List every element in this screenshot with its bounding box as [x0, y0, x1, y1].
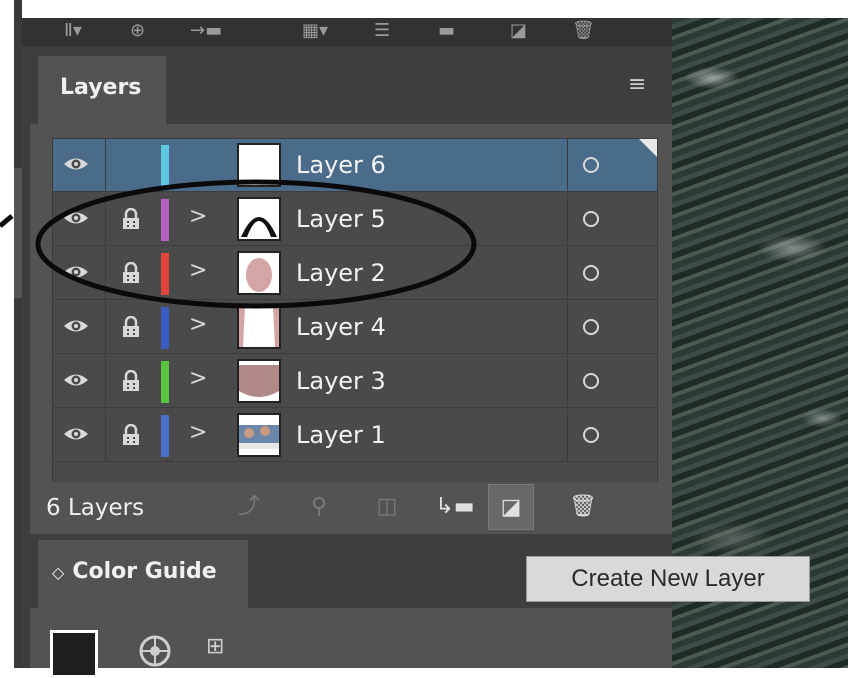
layer-color-bar — [161, 361, 169, 403]
arrow-tool-icon[interactable]: →▬ — [190, 20, 222, 42]
layer-color-bar — [161, 307, 169, 349]
collapse-toggle-icon[interactable]: ◇ — [52, 563, 64, 582]
base-color-swatch[interactable] — [50, 630, 98, 678]
column-divider — [567, 355, 568, 407]
column-divider — [567, 409, 568, 461]
expand-chevron-icon[interactable]: > — [189, 203, 207, 231]
layer-row[interactable]: > Layer 4 — [53, 301, 657, 354]
tab-color-guide[interactable]: ◇ Color Guide — [38, 540, 248, 608]
visibility-eye-icon[interactable] — [63, 261, 89, 283]
column-divider — [567, 139, 568, 191]
tooltip: Create New Layer — [526, 556, 810, 602]
target-circle-icon[interactable] — [583, 427, 599, 443]
expand-chevron-icon[interactable]: > — [189, 311, 207, 339]
expand-chevron-icon[interactable]: > — [189, 419, 207, 447]
grid-tool-icon[interactable]: ▦▾ — [302, 20, 328, 42]
layer-name[interactable]: Layer 6 — [296, 149, 386, 181]
layer-color-bar — [161, 415, 169, 457]
target-circle-icon[interactable] — [583, 373, 599, 389]
layer-thumbnail — [237, 143, 281, 187]
color-guide-label: Color Guide — [72, 559, 217, 584]
column-divider — [567, 301, 568, 353]
lock-icon[interactable] — [121, 369, 141, 392]
visibility-eye-icon[interactable] — [63, 207, 89, 229]
left-panel-edge — [14, 0, 22, 668]
left-panel-edge-highlight — [14, 168, 22, 298]
locate-object-icon[interactable]: ⚲ — [296, 484, 342, 530]
layer-row[interactable]: Layer 6 — [53, 139, 657, 192]
new-layer-button[interactable]: ◪ — [488, 484, 534, 530]
layer-thumbnail — [237, 251, 281, 295]
target-circle-icon[interactable] — [583, 319, 599, 335]
swatch-group-icon[interactable]: ⊞ — [206, 634, 224, 659]
trash-tool-icon[interactable]: 🗑 — [572, 20, 595, 42]
layer-thumbnail — [237, 197, 281, 241]
column-divider — [105, 301, 106, 353]
layer-name[interactable]: Layer 5 — [296, 203, 386, 235]
visibility-eye-icon[interactable] — [63, 153, 89, 175]
expand-chevron-icon[interactable]: > — [189, 257, 207, 285]
lock-toggle-empty[interactable] — [121, 154, 141, 176]
clipping-mask-icon[interactable]: ◫ — [364, 484, 410, 530]
visibility-eye-icon[interactable] — [63, 423, 89, 445]
target-circle-icon[interactable] — [583, 265, 599, 281]
zoom-tool-icon[interactable]: ⊕ — [130, 20, 145, 42]
layers-footer: 6 Layers ⤴ ⚲ ◫ ↳▬ ◪ 🗑 — [30, 482, 672, 534]
layer-color-bar — [161, 253, 169, 295]
page-tool-icon[interactable]: ◪ — [510, 20, 527, 42]
list-tool-icon[interactable]: ☰ — [374, 20, 390, 42]
sublayer-icon[interactable]: ↳▬ — [432, 484, 478, 530]
layer-name[interactable]: Layer 3 — [296, 365, 386, 397]
hamburger-menu-icon[interactable]: ≡ — [628, 72, 646, 97]
layer-thumbnail — [237, 413, 281, 457]
column-divider — [105, 247, 106, 299]
lock-icon[interactable] — [121, 315, 141, 338]
type-tool-icon[interactable]: Ⅱ▾ — [64, 20, 82, 42]
layer-list: Layer 6 > Layer 5 > Layer 2 > Layer 4 > Layer 3 >… — [52, 138, 658, 484]
column-divider — [567, 247, 568, 299]
layer-color-bar — [161, 145, 169, 187]
layer-row[interactable]: > Layer 2 — [53, 247, 657, 300]
lock-icon[interactable] — [121, 207, 141, 230]
export-icon[interactable]: ⤴ — [226, 484, 272, 530]
visibility-eye-icon[interactable] — [63, 369, 89, 391]
tab-layers[interactable]: Layers — [38, 56, 166, 124]
visibility-eye-icon[interactable] — [63, 315, 89, 337]
color-guide-body: ⊞ — [30, 608, 672, 678]
target-circle-icon[interactable] — [583, 157, 599, 173]
rectangle-tool-icon[interactable]: ▬ — [438, 20, 455, 42]
layer-color-bar — [161, 199, 169, 241]
column-divider — [105, 193, 106, 245]
layer-thumbnail — [237, 359, 281, 403]
column-divider — [567, 193, 568, 245]
expand-chevron-icon[interactable]: > — [189, 365, 207, 393]
top-toolbar: Ⅱ▾ ⊕ →▬ ▦▾ ☰ ▬ ◪ 🗑 — [22, 18, 672, 46]
selection-corner-indicator — [639, 139, 657, 157]
column-divider — [105, 355, 106, 407]
lock-icon[interactable] — [121, 423, 141, 446]
color-wheel-icon[interactable] — [138, 634, 172, 668]
layer-name[interactable]: Layer 4 — [296, 311, 386, 343]
layer-row[interactable]: > Layer 1 — [53, 409, 657, 462]
lock-icon[interactable] — [121, 261, 141, 284]
column-divider — [105, 139, 106, 191]
layer-row[interactable]: > Layer 3 — [53, 355, 657, 408]
panel-tab-bar: Layers ≡ — [30, 46, 672, 124]
layer-name[interactable]: Layer 1 — [296, 419, 386, 451]
panel-separator — [22, 46, 30, 668]
delete-layer-icon[interactable]: 🗑 — [560, 484, 606, 530]
target-circle-icon[interactable] — [583, 211, 599, 227]
layer-thumbnail — [237, 305, 281, 349]
layer-row[interactable]: > Layer 5 — [53, 193, 657, 246]
column-divider — [105, 409, 106, 461]
layer-name[interactable]: Layer 2 — [296, 257, 386, 289]
layer-count: 6 Layers — [46, 495, 145, 521]
